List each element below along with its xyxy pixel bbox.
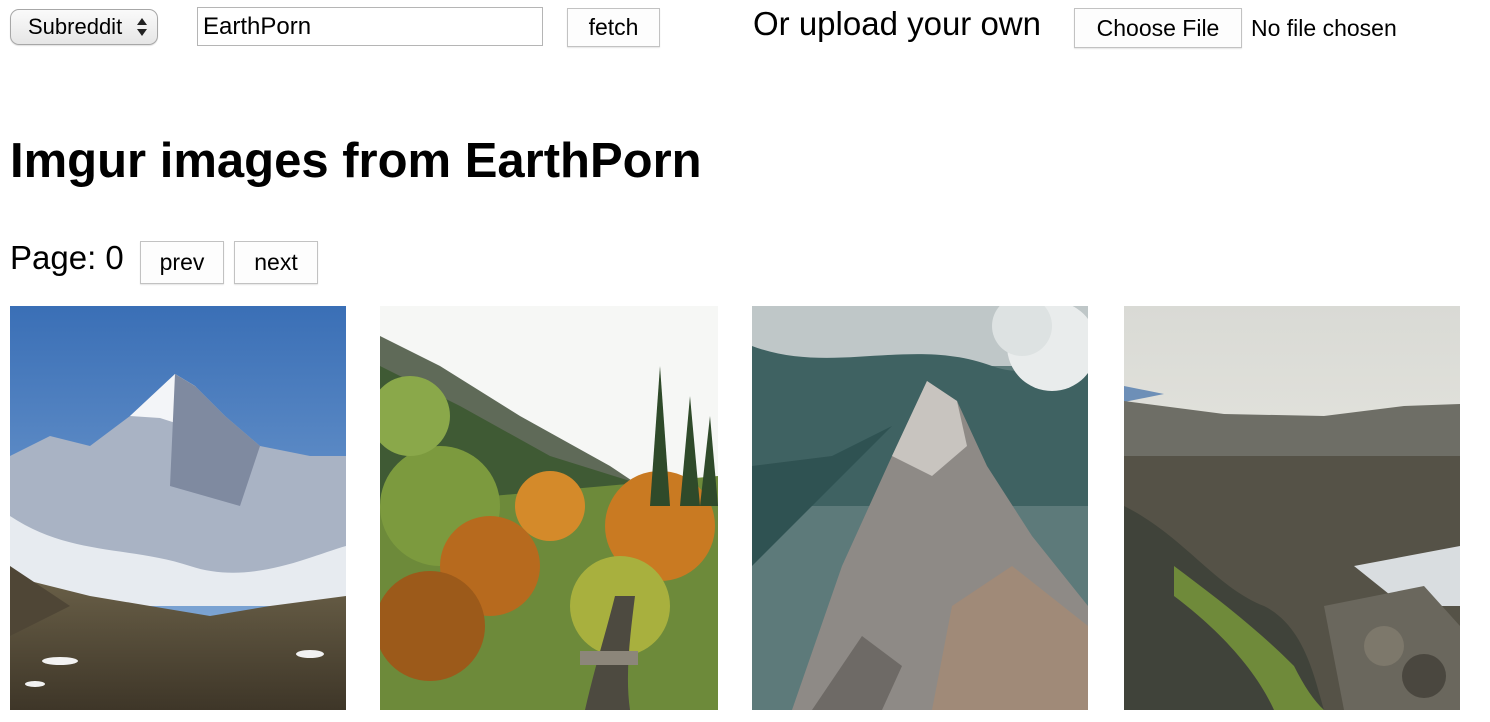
- choose-file-button[interactable]: Choose File: [1074, 8, 1242, 48]
- gallery-image-coastal-cliffs[interactable]: [1124, 306, 1460, 710]
- next-button[interactable]: next: [234, 241, 318, 284]
- upload-label: Or upload your own: [753, 5, 1041, 42]
- gallery-image-rocky-ridge[interactable]: [752, 306, 1088, 710]
- page-indicator: Page: 0: [10, 239, 124, 276]
- source-select[interactable]: Subreddit: [10, 9, 158, 45]
- prev-button[interactable]: prev: [140, 241, 224, 284]
- updown-chevron-icon: [137, 18, 147, 36]
- subreddit-input[interactable]: EarthPorn: [197, 7, 543, 46]
- page-title: Imgur images from EarthPorn: [10, 134, 702, 188]
- fetch-button[interactable]: fetch: [567, 8, 660, 47]
- gallery-image-autumn-trail[interactable]: [380, 306, 718, 710]
- gallery-image-mountain-peak[interactable]: [10, 306, 346, 710]
- source-select-value: Subreddit: [28, 14, 123, 39]
- file-status-text: No file chosen: [1251, 15, 1397, 41]
